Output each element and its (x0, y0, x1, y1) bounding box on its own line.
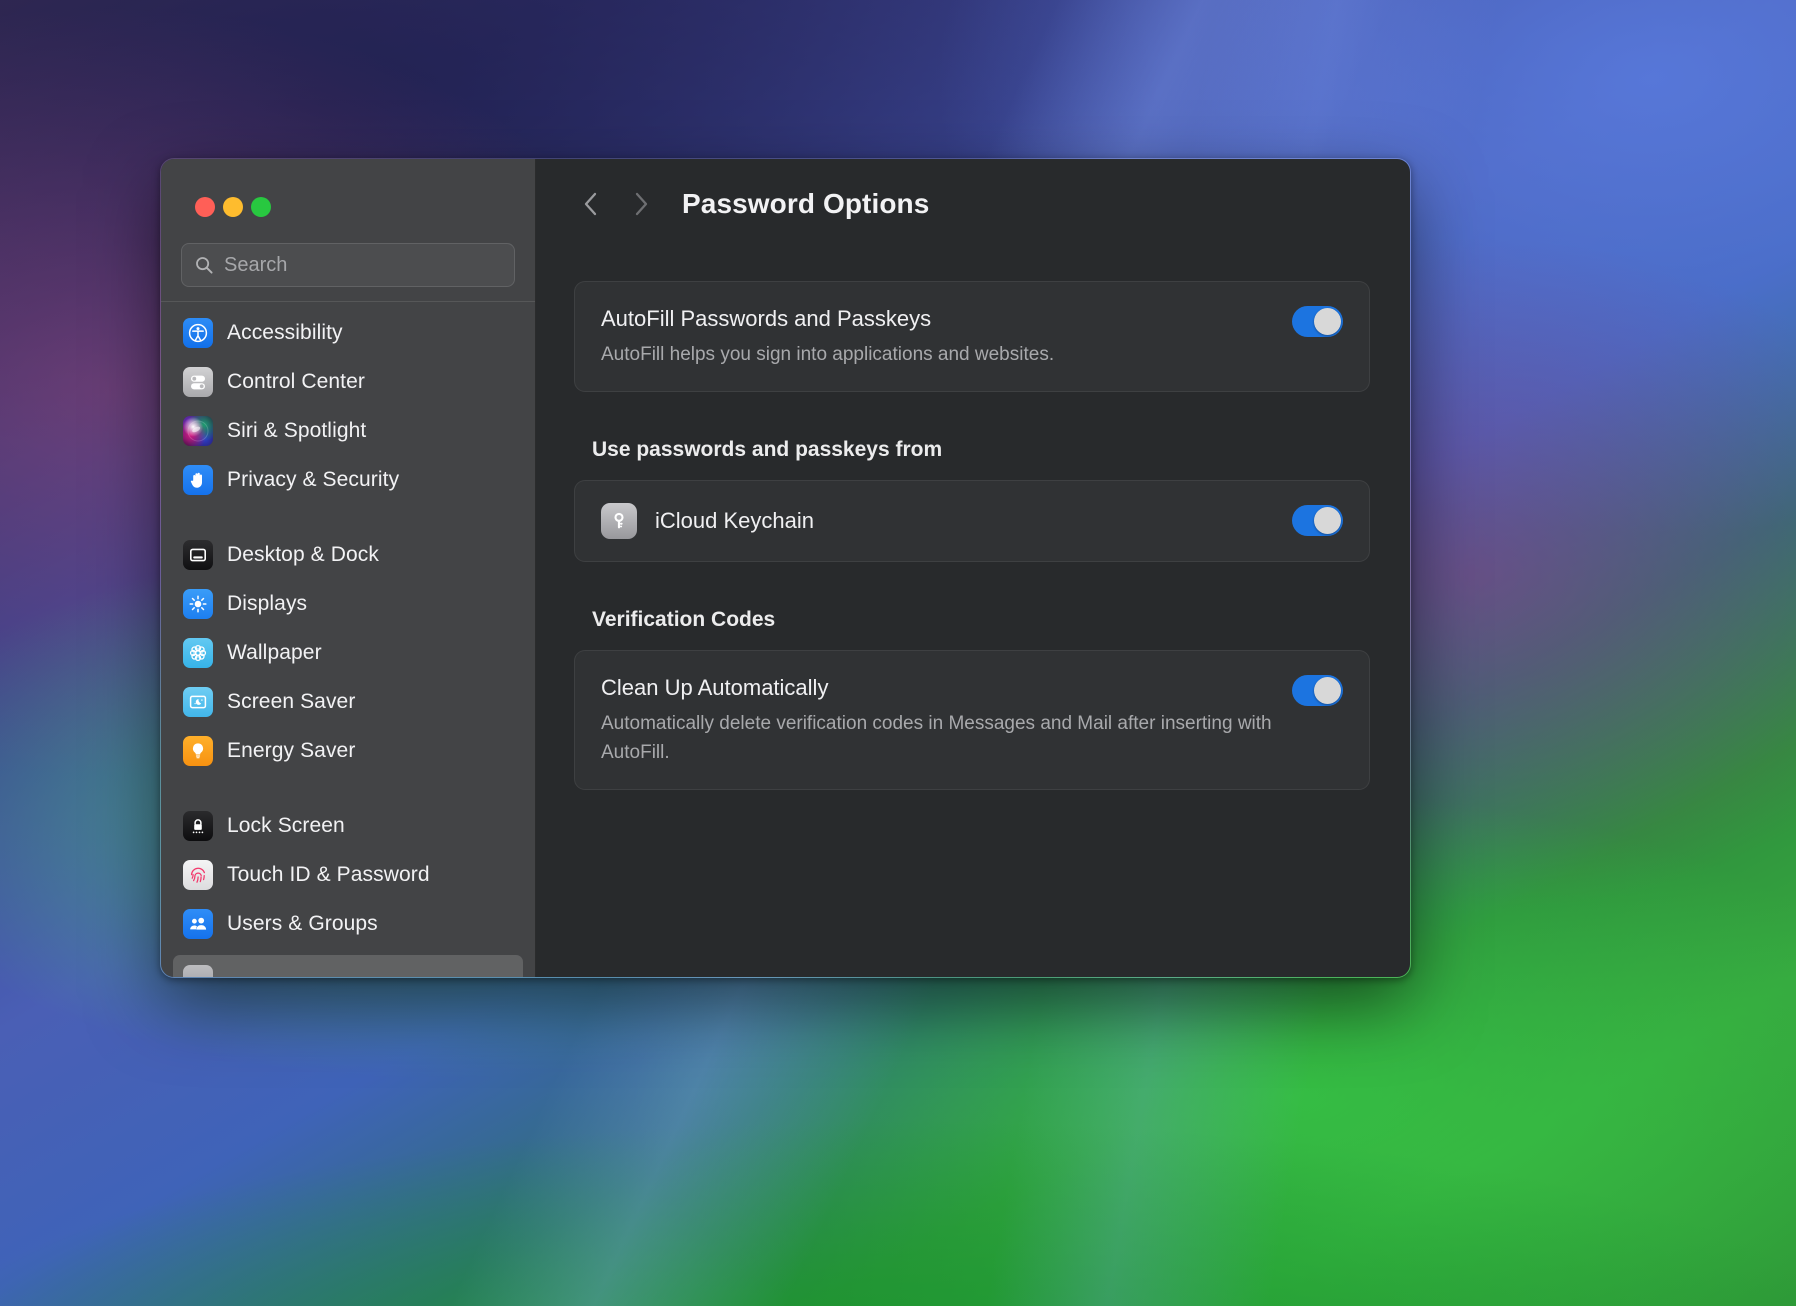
sidebar-item-lock-screen[interactable]: Lock Screen (173, 801, 523, 850)
system-settings-window: Accessibility Control Center (160, 158, 1411, 978)
main-body: AutoFill Passwords and Passkeys AutoFill… (536, 249, 1410, 977)
close-button[interactable] (195, 197, 215, 217)
search-container (161, 233, 535, 287)
toggle-knob (1314, 308, 1341, 335)
sidebar-group-2: Desktop & Dock Displays Wallpaper Screen… (173, 530, 523, 775)
sidebar-group-1: Accessibility Control Center Siri & Spot… (173, 308, 523, 504)
fingerprint-icon (183, 859, 213, 890)
sidebar-item-label: Displays (227, 591, 308, 615)
sidebar-item-control-center[interactable]: Control Center (173, 357, 523, 406)
sidebar-item-accessibility[interactable]: Accessibility (173, 308, 523, 357)
sidebar-item-label: Energy Saver (227, 738, 356, 762)
screen-saver-icon (183, 686, 213, 717)
sidebar-group-3: Lock Screen Touch ID & Password Users & … (173, 801, 523, 948)
lock-icon (183, 810, 213, 841)
autofill-subtitle: AutoFill helps you sign into application… (601, 344, 1055, 365)
sidebar-item-label: Control Center (227, 369, 365, 393)
siri-icon (183, 415, 213, 446)
window-traffic-lights (161, 159, 535, 233)
sidebar-item-users-groups[interactable]: Users & Groups (173, 899, 523, 948)
clean-up-text: Clean Up Automatically Automatically del… (601, 673, 1274, 767)
forward-button[interactable] (618, 181, 664, 227)
sidebar-item-label: Screen Saver (227, 689, 356, 713)
toggle-knob (1314, 677, 1341, 704)
key-icon (601, 503, 637, 539)
display-brightness-icon (183, 588, 213, 619)
lightbulb-icon (183, 735, 213, 766)
icloud-keychain-label-group: iCloud Keychain (601, 503, 814, 539)
sidebar-item-displays[interactable]: Displays (173, 579, 523, 628)
icloud-keychain-card: iCloud Keychain (574, 480, 1370, 562)
sidebar-item-label: Wallpaper (227, 640, 322, 664)
clean-up-card: Clean Up Automatically Automatically del… (574, 650, 1370, 790)
autofill-card: AutoFill Passwords and Passkeys AutoFill… (574, 281, 1370, 392)
icloud-keychain-row: iCloud Keychain (601, 503, 1343, 539)
desktop-dock-icon (183, 539, 213, 570)
minimize-button[interactable] (223, 197, 243, 217)
icloud-keychain-label: iCloud Keychain (655, 508, 814, 533)
accessibility-icon (183, 317, 213, 348)
icloud-keychain-toggle[interactable] (1292, 505, 1343, 536)
main-panel: Password Options AutoFill Passwords and … (536, 159, 1410, 977)
sidebar-list[interactable]: Accessibility Control Center Siri & Spot… (161, 302, 535, 977)
sidebar-item-label: Privacy & Security (227, 467, 400, 491)
desktop-wallpaper: Accessibility Control Center (0, 0, 1796, 1306)
sidebar-item-partial-selected[interactable] (173, 955, 523, 977)
sidebar-item-desktop-dock[interactable]: Desktop & Dock (173, 530, 523, 579)
users-icon (183, 908, 213, 939)
sidebar-item-siri-spotlight[interactable]: Siri & Spotlight (173, 406, 523, 455)
wallpaper-flower-icon (183, 637, 213, 668)
sidebar-item-label: Accessibility (227, 320, 343, 344)
toggle-knob (1314, 507, 1341, 534)
autofill-text: AutoFill Passwords and Passkeys AutoFill… (601, 304, 1274, 369)
sidebar-partial-row-clip (173, 955, 523, 977)
page-title: Password Options (682, 188, 930, 219)
clean-up-title: Clean Up Automatically (601, 675, 829, 700)
search-field[interactable] (181, 243, 515, 287)
clean-up-subtitle: Automatically delete verification codes … (601, 713, 1272, 763)
sources-section-heading: Use passwords and passkeys from (592, 438, 943, 461)
autofill-toggle[interactable] (1292, 306, 1343, 337)
verification-section-heading: Verification Codes (592, 608, 776, 631)
autofill-row: AutoFill Passwords and Passkeys AutoFill… (601, 304, 1343, 369)
back-button[interactable] (568, 181, 614, 227)
generic-settings-icon (183, 964, 213, 977)
search-icon (194, 255, 214, 275)
sidebar-item-privacy-security[interactable]: Privacy & Security (173, 455, 523, 504)
sidebar: Accessibility Control Center (161, 159, 536, 977)
autofill-title: AutoFill Passwords and Passkeys (601, 306, 932, 331)
privacy-hand-icon (183, 464, 213, 495)
sidebar-item-label: Users & Groups (227, 911, 378, 935)
sidebar-item-label: Lock Screen (227, 813, 345, 837)
sidebar-item-wallpaper[interactable]: Wallpaper (173, 628, 523, 677)
clean-up-toggle[interactable] (1292, 675, 1343, 706)
sidebar-item-touch-id-password[interactable]: Touch ID & Password (173, 850, 523, 899)
clean-up-row: Clean Up Automatically Automatically del… (601, 673, 1343, 767)
sidebar-item-label: Touch ID & Password (227, 862, 430, 886)
sidebar-item-label: Desktop & Dock (227, 542, 379, 566)
search-input[interactable] (224, 253, 502, 277)
maximize-button[interactable] (251, 197, 271, 217)
sidebar-item-label: Siri & Spotlight (227, 418, 367, 442)
control-center-icon (183, 366, 213, 397)
sidebar-item-energy-saver[interactable]: Energy Saver (173, 726, 523, 775)
sidebar-item-screen-saver[interactable]: Screen Saver (173, 677, 523, 726)
main-header: Password Options (536, 159, 1410, 249)
